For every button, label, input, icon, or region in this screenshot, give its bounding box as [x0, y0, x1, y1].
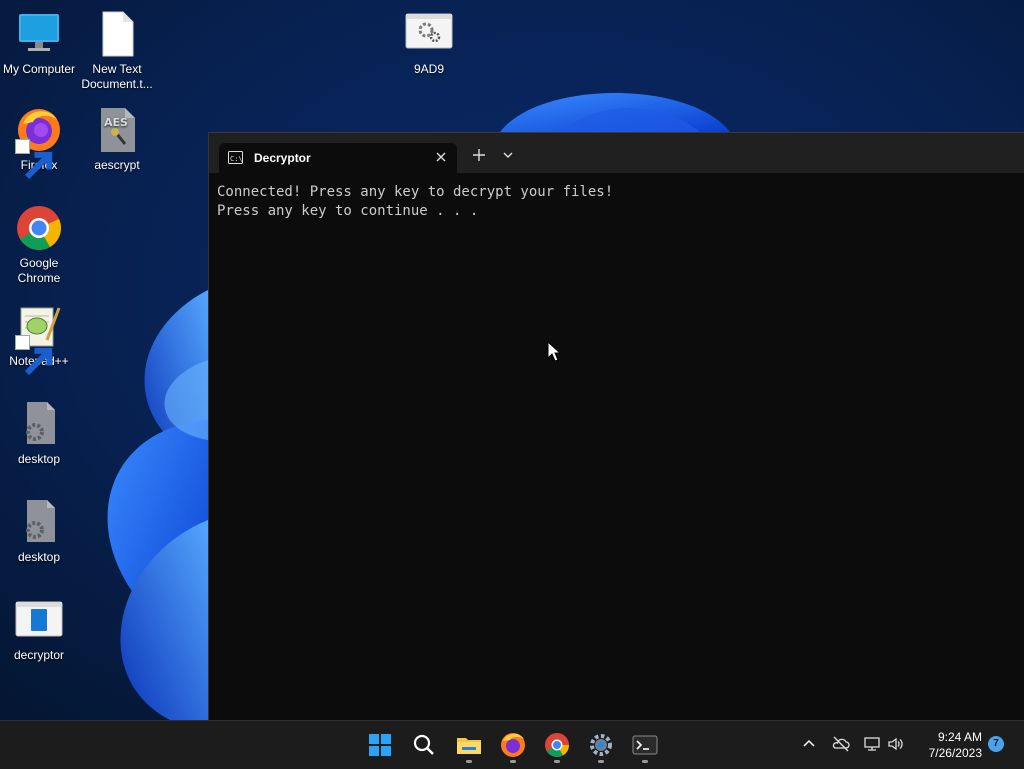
terminal-icon — [632, 735, 658, 755]
search-button[interactable] — [410, 731, 438, 759]
system-clock[interactable]: 9:24 AM 7/26/2023 — [914, 729, 982, 761]
settings-file-icon — [405, 10, 453, 58]
start-button[interactable] — [366, 731, 394, 759]
desktop-icon-label: decryptor — [13, 648, 65, 662]
chrome-icon — [15, 204, 63, 252]
taskbar-file-explorer[interactable] — [455, 731, 483, 759]
desktop-icon-label: desktop — [17, 452, 61, 466]
chrome-icon — [545, 733, 569, 758]
firefox-icon — [501, 733, 525, 757]
plus-icon[interactable] — [471, 147, 487, 163]
application-icon — [15, 596, 63, 644]
desktop-icon-my-computer[interactable]: My Computer — [0, 10, 78, 77]
config-file-icon — [15, 400, 63, 448]
desktop-icon-label: aescrypt — [94, 158, 140, 172]
desktop-icon-label: My Computer — [2, 62, 76, 76]
svg-text:C:\: C:\ — [230, 155, 243, 163]
desktop-icon-new-text-document[interactable]: New Text Document.t... — [78, 10, 156, 92]
start-icon — [369, 734, 391, 756]
desktop-icon-notepad-plus-plus[interactable]: Notepad++ — [0, 302, 78, 376]
close-icon[interactable] — [433, 148, 449, 166]
notepad-plus-plus-icon — [15, 302, 63, 376]
desktop-icon-desktop-1[interactable]: desktop — [0, 400, 78, 467]
console-output[interactable]: Connected! Press any key to decrypt your… — [217, 183, 613, 221]
tab-title: Decryptor — [254, 151, 311, 165]
network-button[interactable] — [863, 735, 881, 753]
desktop-icon-decryptor[interactable]: decryptor — [0, 596, 78, 663]
desktop-icon-label: Google Chrome — [17, 256, 61, 285]
taskbar-terminal[interactable] — [631, 731, 659, 759]
desktop-icon-label: New Text Document.t... — [81, 62, 153, 91]
text-file-icon — [93, 10, 141, 58]
running-indicator — [510, 760, 516, 763]
terminal-window[interactable]: C:\ Decryptor Connected! Press any key t… — [208, 132, 1024, 721]
onedrive-icon — [832, 736, 850, 752]
running-indicator — [642, 760, 648, 763]
volume-icon — [888, 737, 903, 751]
desktop-icon-9ad9[interactable]: 9AD9 — [390, 10, 468, 77]
console-line: Press any key to continue . . . — [217, 203, 479, 219]
desktop-icon-aescrypt[interactable]: AES aescrypt — [78, 106, 156, 173]
taskbar-firefox[interactable] — [499, 731, 527, 759]
mouse-cursor-icon — [547, 341, 561, 362]
console-line: Connected! Press any key to decrypt your… — [217, 184, 614, 200]
firefox-icon — [15, 106, 63, 180]
chevron-down-icon[interactable] — [501, 149, 515, 161]
tab-decryptor[interactable]: C:\ Decryptor — [219, 143, 457, 173]
desktop-icon-firefox[interactable]: Firefox — [0, 106, 78, 180]
taskbar-chrome[interactable] — [543, 731, 571, 759]
volume-button[interactable] — [887, 735, 905, 753]
shortcut-arrow-icon — [15, 139, 53, 180]
running-indicator — [554, 760, 560, 763]
network-icon — [864, 737, 880, 751]
clock-date: 7/26/2023 — [928, 746, 982, 760]
desktop-icon-google-chrome[interactable]: Google Chrome — [0, 204, 78, 286]
aescrypt-icon: AES — [93, 106, 141, 154]
terminal-title-bar[interactable]: C:\ Decryptor — [209, 133, 1024, 173]
config-file-icon — [15, 498, 63, 546]
desktop-icon-desktop-2[interactable]: desktop — [0, 498, 78, 565]
clock-time: 9:24 AM — [937, 730, 982, 744]
notification-badge[interactable]: 7 — [988, 736, 1004, 752]
search-icon — [413, 734, 434, 755]
running-indicator — [598, 760, 604, 763]
computer-icon — [15, 10, 63, 58]
shortcut-arrow-icon — [15, 335, 53, 376]
chevron-up-icon — [803, 739, 815, 747]
desktop-icon-label: 9AD9 — [413, 62, 445, 76]
taskbar: 9:24 AM 7/26/2023 7 — [0, 720, 1024, 769]
file-explorer-icon — [457, 738, 481, 754]
desktop-icon-label: desktop — [17, 550, 61, 564]
taskbar-settings[interactable] — [587, 731, 615, 759]
onedrive-button[interactable] — [832, 735, 850, 753]
settings-icon — [590, 734, 612, 756]
svg-text:AES: AES — [104, 116, 128, 129]
running-indicator — [466, 760, 472, 763]
console-icon: C:\ — [228, 151, 243, 164]
show-hidden-icons-button[interactable] — [800, 735, 818, 753]
